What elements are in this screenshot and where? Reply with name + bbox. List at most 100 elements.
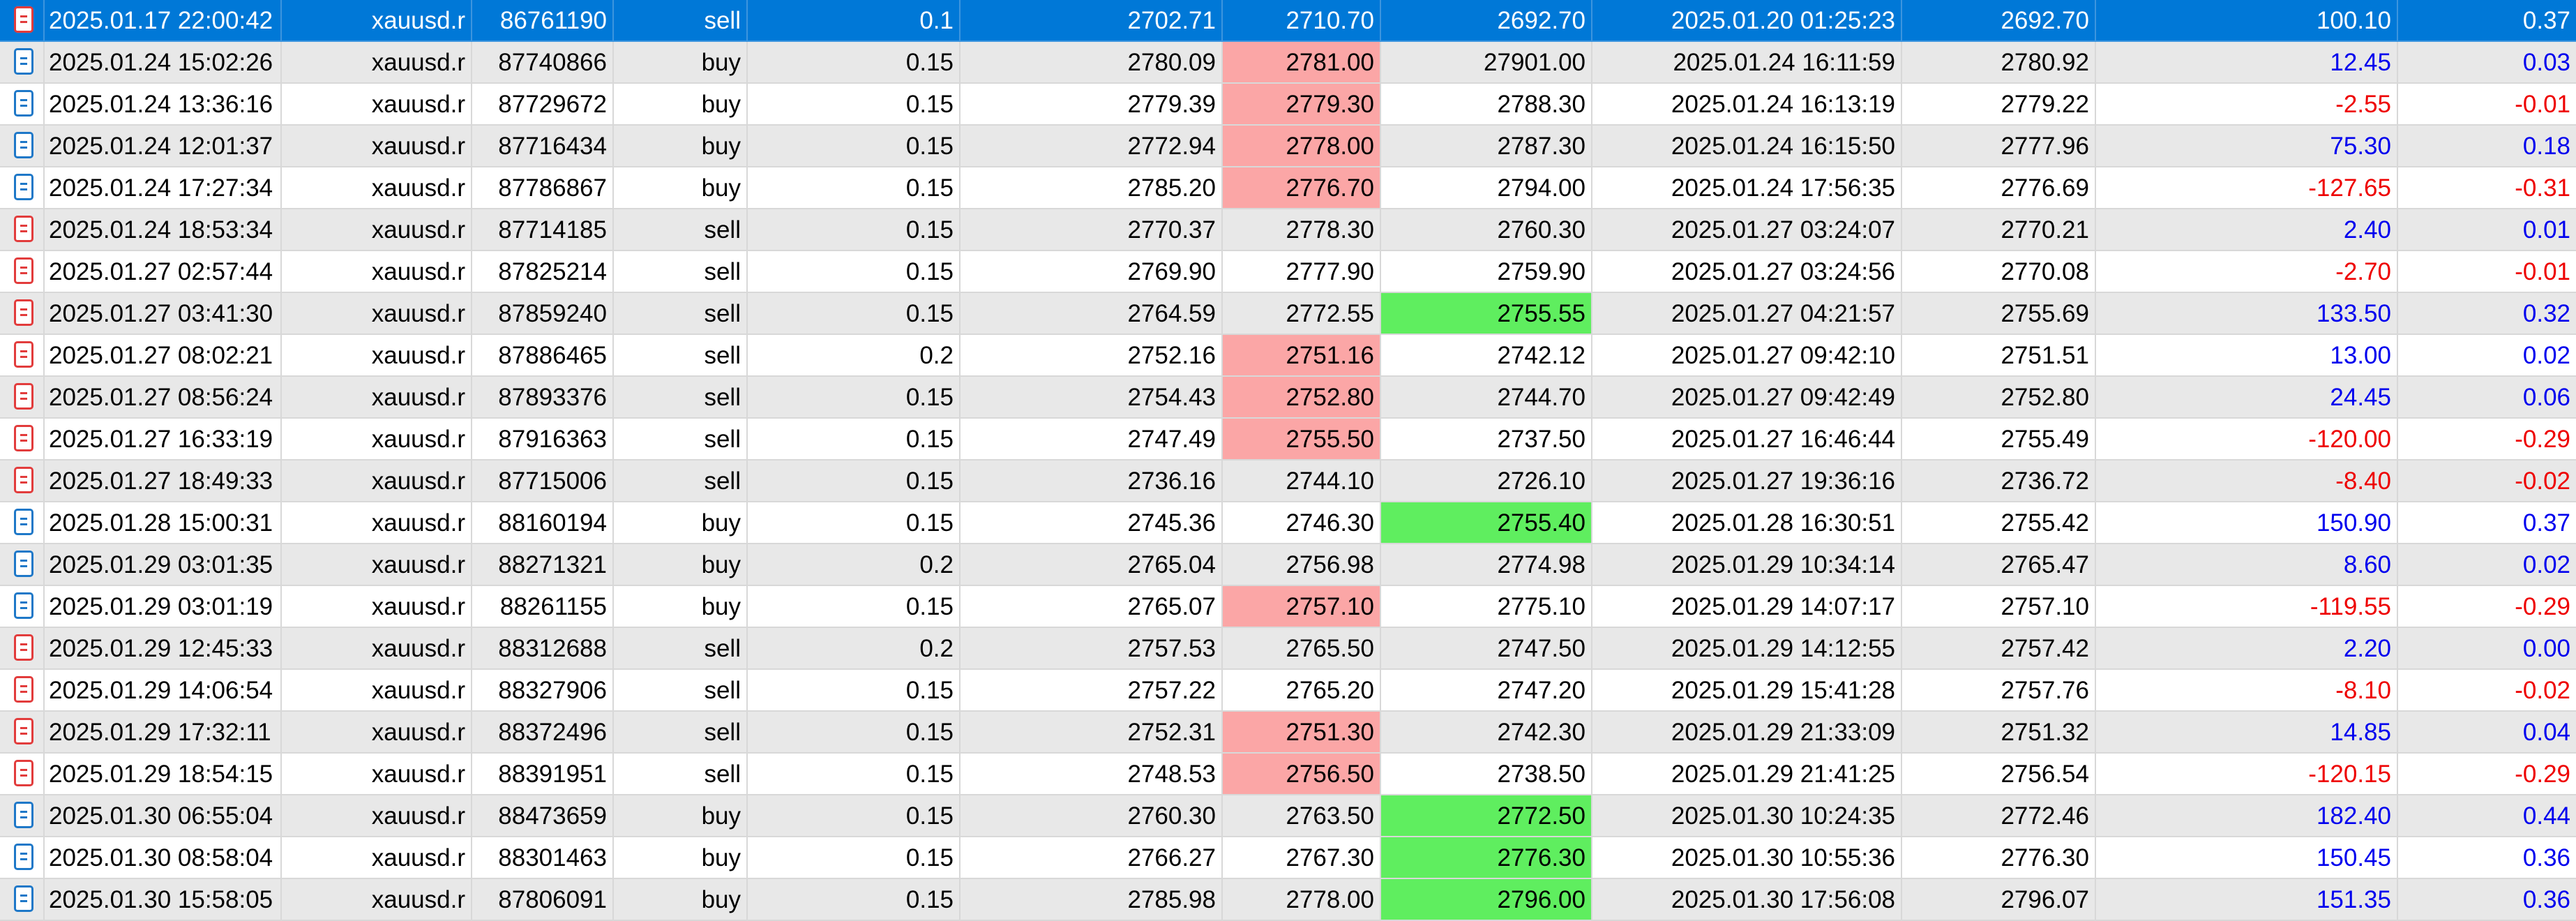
take-profit-cell: 27901.00 — [1381, 42, 1592, 84]
profit-cell: 182.40 — [2096, 795, 2398, 837]
open-time-cell: 2025.01.29 18:54:15 — [45, 754, 282, 795]
open-price-cell: 2752.16 — [961, 335, 1223, 377]
table-row[interactable]: 2025.01.30 08:58:04 xauusd.r 88301463 buy 0.… — [0, 837, 2576, 879]
profit-percent-cell: 0.01 — [2398, 209, 2576, 251]
take-profit-cell: 2742.30 — [1381, 712, 1592, 754]
symbol-cell: xauusd.r — [282, 879, 472, 921]
profit-cell: 151.35 — [2096, 879, 2398, 921]
table-row[interactable]: 2025.01.28 15:00:31 xauusd.r 88160194 buy 0.… — [0, 502, 2576, 544]
close-time-cell: 2025.01.27 04:21:57 — [1592, 293, 1902, 335]
open-price-cell: 2779.39 — [961, 84, 1223, 126]
open-time-cell: 2025.01.27 08:02:21 — [45, 335, 282, 377]
table-row[interactable]: 2025.01.24 15:02:26 xauusd.r 87740866 buy 0.… — [0, 42, 2576, 84]
table-row[interactable]: 2025.01.24 18:53:34 xauusd.r 87714185 sell 0… — [0, 209, 2576, 251]
open-time-cell: 2025.01.27 03:41:30 — [45, 293, 282, 335]
open-time-cell: 2025.01.30 06:55:04 — [45, 795, 282, 837]
type-cell: sell — [614, 754, 748, 795]
volume-cell: 0.2 — [748, 335, 961, 377]
close-price-cell: 2770.21 — [1902, 209, 2096, 251]
type-cell: sell — [614, 419, 748, 460]
open-price-cell: 2766.27 — [961, 837, 1223, 879]
type-cell: sell — [614, 293, 748, 335]
table-row[interactable]: 2025.01.27 08:02:21 xauusd.r 87886465 sell 0… — [0, 335, 2576, 377]
type-cell: sell — [614, 0, 748, 42]
table-row[interactable]: 2025.01.29 03:01:35 xauusd.r 88271321 buy 0.… — [0, 544, 2576, 586]
symbol-cell: xauusd.r — [282, 209, 472, 251]
table-row[interactable]: 2025.01.29 18:54:15 xauusd.r 88391951 sell 0… — [0, 754, 2576, 795]
table-row[interactable]: 2025.01.29 03:01:19 xauusd.r 88261155 buy 0.… — [0, 586, 2576, 628]
ticket-cell: 88327906 — [472, 670, 614, 712]
type-cell: buy — [614, 502, 748, 544]
volume-cell: 0.15 — [748, 795, 961, 837]
take-profit-cell: 2759.90 — [1381, 251, 1592, 293]
type-cell: buy — [614, 167, 748, 209]
table-row[interactable]: 2025.01.29 12:45:33 xauusd.r 88312688 sell 0… — [0, 628, 2576, 670]
take-profit-cell: 2787.30 — [1381, 126, 1592, 167]
close-time-cell: 2025.01.20 01:25:23 — [1592, 0, 1902, 42]
volume-cell: 0.2 — [748, 544, 961, 586]
open-time-cell: 2025.01.29 03:01:35 — [45, 544, 282, 586]
table-row[interactable]: 2025.01.24 13:36:16 xauusd.r 87729672 buy 0.… — [0, 84, 2576, 126]
table-row[interactable]: 2025.01.24 17:27:34 xauusd.r 87786867 buy 0.… — [0, 167, 2576, 209]
symbol-cell: xauusd.r — [282, 335, 472, 377]
open-time-cell: 2025.01.24 13:36:16 — [45, 84, 282, 126]
ticket-cell: 86761190 — [472, 0, 614, 42]
table-row[interactable]: 2025.01.30 15:58:05 xauusd.r 87806091 buy 0.… — [0, 879, 2576, 921]
open-time-cell: 2025.01.27 02:57:44 — [45, 251, 282, 293]
table-row[interactable]: 2025.01.27 16:33:19 xauusd.r 87916363 sell 0… — [0, 419, 2576, 460]
open-time-cell: 2025.01.27 18:49:33 — [45, 460, 282, 502]
volume-cell: 0.15 — [748, 42, 961, 84]
take-profit-cell: 2755.40 — [1381, 502, 1592, 544]
take-profit-cell: 2742.12 — [1381, 335, 1592, 377]
order-icon-cell — [0, 335, 45, 377]
stop-loss-cell: 2763.50 — [1223, 795, 1381, 837]
symbol-cell: xauusd.r — [282, 167, 472, 209]
ticket-cell: 88301463 — [472, 837, 614, 879]
table-row[interactable]: 2025.01.24 12:01:37 xauusd.r 87716434 buy 0.… — [0, 126, 2576, 167]
sell-order-icon — [14, 634, 33, 661]
profit-cell: 13.00 — [2096, 335, 2398, 377]
profit-cell: 2.40 — [2096, 209, 2398, 251]
table-row[interactable]: 2025.01.27 03:41:30 xauusd.r 87859240 sell 0… — [0, 293, 2576, 335]
table-row[interactable]: 2025.01.29 17:32:11 xauusd.r 88372496 sell 0… — [0, 712, 2576, 754]
profit-percent-cell: -0.29 — [2398, 419, 2576, 460]
close-time-cell: 2025.01.29 21:41:25 — [1592, 754, 1902, 795]
table-row[interactable]: 2025.01.29 14:06:54 xauusd.r 88327906 sell 0… — [0, 670, 2576, 712]
sell-order-icon — [14, 299, 33, 326]
take-profit-cell: 2737.50 — [1381, 419, 1592, 460]
table-row[interactable]: 2025.01.17 22:00:42 xauusd.r 86761190 sell 0… — [0, 0, 2576, 42]
table-row[interactable]: 2025.01.27 18:49:33 xauusd.r 87715006 sell 0… — [0, 460, 2576, 502]
type-cell: buy — [614, 837, 748, 879]
open-time-cell: 2025.01.29 17:32:11 — [45, 712, 282, 754]
type-cell: sell — [614, 712, 748, 754]
take-profit-cell: 2692.70 — [1381, 0, 1592, 42]
stop-loss-cell: 2778.00 — [1223, 126, 1381, 167]
table-row[interactable]: 2025.01.27 02:57:44 xauusd.r 87825214 sell 0… — [0, 251, 2576, 293]
stop-loss-cell: 2765.20 — [1223, 670, 1381, 712]
stop-loss-cell: 2765.50 — [1223, 628, 1381, 670]
profit-percent-cell: 0.37 — [2398, 0, 2576, 42]
table-row[interactable]: 2025.01.30 06:55:04 xauusd.r 88473659 buy 0.… — [0, 795, 2576, 837]
profit-cell: -127.65 — [2096, 167, 2398, 209]
ticket-cell: 87806091 — [472, 879, 614, 921]
type-cell: buy — [614, 544, 748, 586]
stop-loss-cell: 2710.70 — [1223, 0, 1381, 42]
ticket-cell: 87893376 — [472, 377, 614, 419]
open-price-cell: 2769.90 — [961, 251, 1223, 293]
sell-order-icon — [14, 6, 33, 33]
close-time-cell: 2025.01.24 17:56:35 — [1592, 167, 1902, 209]
table-row[interactable]: 2025.01.27 08:56:24 xauusd.r 87893376 sell 0… — [0, 377, 2576, 419]
profit-cell: 100.10 — [2096, 0, 2398, 42]
sell-order-icon — [14, 383, 33, 410]
sell-order-icon — [14, 676, 33, 703]
profit-cell: 75.30 — [2096, 126, 2398, 167]
ticket-cell: 88372496 — [472, 712, 614, 754]
buy-order-icon — [14, 844, 33, 870]
open-price-cell: 2780.09 — [961, 42, 1223, 84]
sell-order-icon — [14, 467, 33, 493]
volume-cell: 0.15 — [748, 209, 961, 251]
symbol-cell: xauusd.r — [282, 628, 472, 670]
symbol-cell: xauusd.r — [282, 795, 472, 837]
ticket-cell: 87825214 — [472, 251, 614, 293]
close-price-cell: 2796.07 — [1902, 879, 2096, 921]
